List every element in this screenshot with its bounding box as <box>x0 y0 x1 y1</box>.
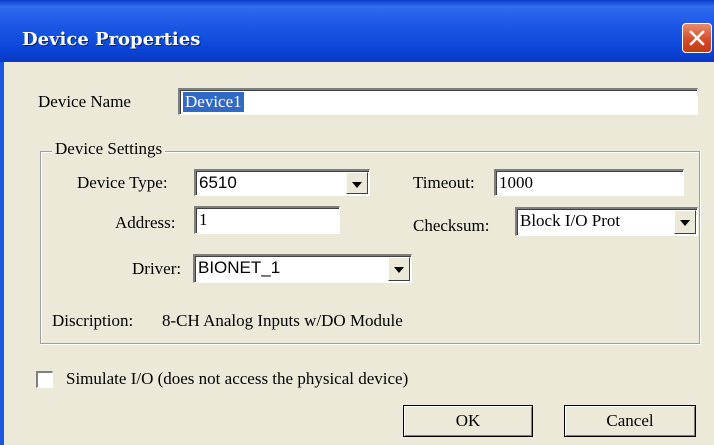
description-label: Discription: <box>52 311 134 330</box>
address-label: Address: <box>115 213 176 232</box>
timeout-input[interactable]: 1000 <box>494 169 684 196</box>
chevron-down-icon[interactable] <box>346 172 368 194</box>
description-value: 8-CH Analog Inputs w/DO Module <box>162 311 403 330</box>
device-type-label: Device Type: <box>77 173 168 192</box>
chevron-down-icon[interactable] <box>388 257 410 281</box>
device-type-value: 6510 <box>199 173 237 192</box>
close-icon <box>689 30 705 46</box>
cancel-button[interactable]: Cancel <box>564 405 696 437</box>
driver-dropdown[interactable]: BIONET_1 <box>193 254 412 283</box>
address-input[interactable]: 1 <box>194 206 340 234</box>
ok-button[interactable]: OK <box>403 405 533 437</box>
checksum-value: Block I/O Prot <box>520 211 621 230</box>
device-name-label: Device Name <box>38 92 131 111</box>
device-type-dropdown[interactable]: 6510 <box>194 169 370 196</box>
simulate-io-checkbox[interactable] <box>36 371 53 388</box>
simulate-io-label[interactable]: Simulate I/O (does not access the physic… <box>66 369 408 389</box>
close-button[interactable] <box>682 23 712 53</box>
device-settings-legend: Device Settings <box>52 139 166 159</box>
device-name-input[interactable]: Device1 <box>178 88 698 115</box>
driver-value: BIONET_1 <box>198 258 281 277</box>
window-frame <box>0 62 4 445</box>
timeout-value: 1000 <box>499 173 533 192</box>
address-value: 1 <box>199 210 208 229</box>
checksum-label: Checksum: <box>413 216 490 235</box>
title-bar: Device Properties <box>0 0 714 62</box>
device-name-value: Device1 <box>183 92 244 112</box>
chevron-down-icon[interactable] <box>674 210 696 234</box>
window-title: Device Properties <box>22 29 201 50</box>
checksum-dropdown[interactable]: Block I/O Prot <box>515 207 698 236</box>
timeout-label: Timeout: <box>413 173 475 192</box>
driver-label: Driver: <box>132 259 182 278</box>
